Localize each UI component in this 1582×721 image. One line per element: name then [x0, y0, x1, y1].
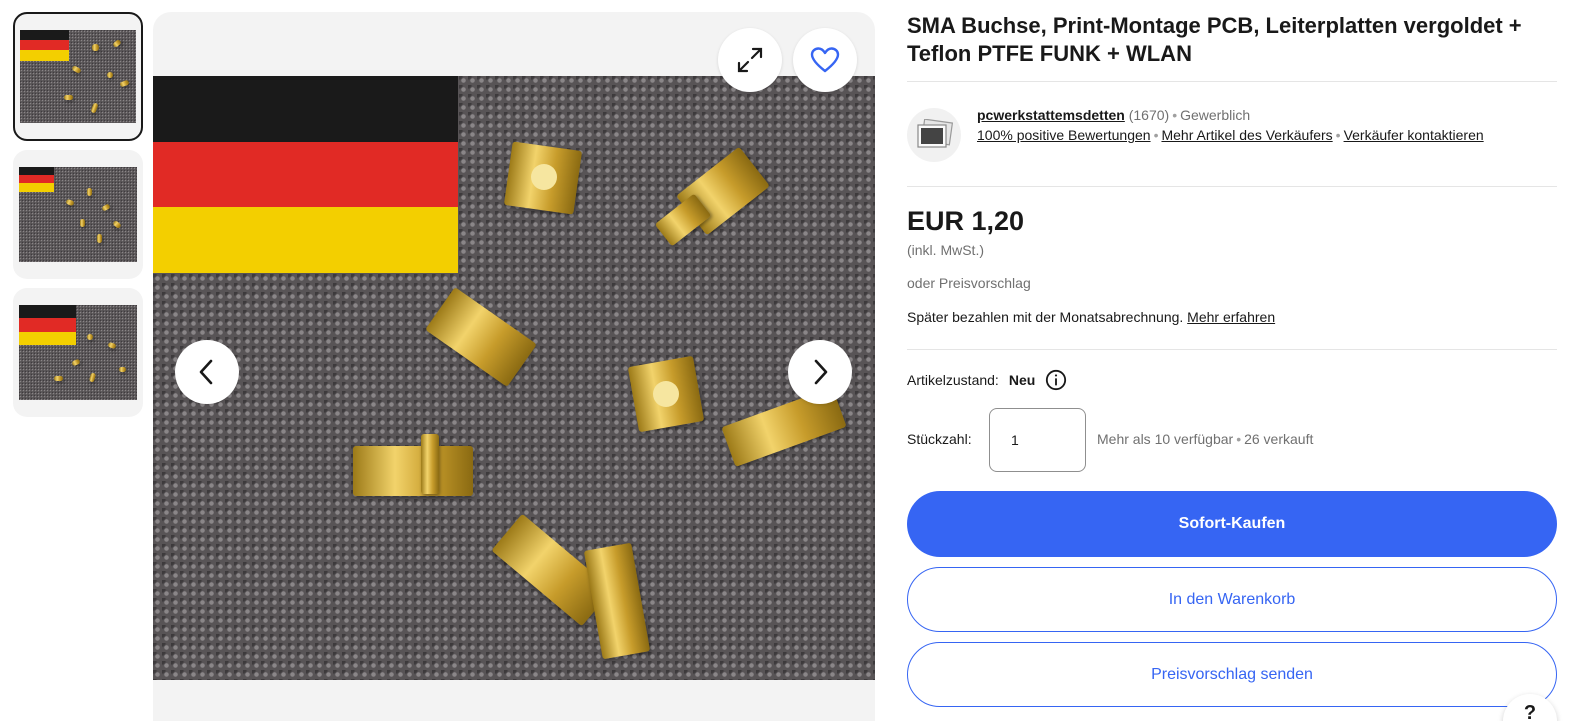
available-count: Mehr als 10 verfügbar — [1097, 431, 1234, 447]
thumbnail-3[interactable] — [13, 288, 143, 417]
condition-label: Artikelzustand: — [907, 372, 999, 388]
next-image-button[interactable] — [788, 340, 852, 404]
pay-later-info: Später bezahlen mit der Monatsabrechnung… — [907, 309, 1275, 325]
seller-avatar[interactable] — [907, 108, 961, 162]
thumbnail-1[interactable] — [13, 12, 143, 141]
expand-button[interactable] — [718, 28, 782, 92]
make-offer-button[interactable]: Preisvorschlag senden — [907, 642, 1557, 707]
add-to-cart-button[interactable]: In den Warenkorb — [907, 567, 1557, 632]
best-offer-note: oder Preisvorschlag — [907, 275, 1031, 291]
contact-seller-link[interactable]: Verkäufer kontaktieren — [1344, 127, 1484, 143]
seller-feedback-count: (1670) — [1128, 107, 1170, 123]
quantity-input[interactable] — [989, 408, 1086, 472]
divider — [907, 349, 1557, 350]
chevron-right-icon — [814, 359, 828, 385]
condition-row: Artikelzustand: Neu — [907, 369, 1067, 391]
main-image-viewer[interactable] — [153, 12, 875, 721]
thumbnail-2[interactable] — [13, 150, 143, 279]
divider — [907, 81, 1557, 82]
seller-info: pcwerkstattemsdetten (1670) • Gewerblich 1… — [977, 107, 1484, 143]
availability-info: Mehr als 10 verfügbar • 26 verkauft — [1097, 431, 1314, 447]
german-flag-graphic — [153, 76, 458, 274]
expand-icon — [737, 47, 763, 73]
thumbnail-image — [19, 167, 137, 262]
condition-value: Neu — [1008, 372, 1036, 388]
thumbnail-list — [13, 12, 144, 426]
divider — [907, 186, 1557, 187]
favorite-button[interactable] — [793, 28, 857, 92]
chevron-left-icon — [199, 359, 213, 385]
quantity-label: Stückzahl: — [907, 431, 972, 447]
heart-icon — [810, 47, 840, 73]
positive-feedback-link[interactable]: 100% positive Bewertungen — [977, 127, 1151, 143]
more-seller-items-link[interactable]: Mehr Artikel des Verkäufers — [1161, 127, 1332, 143]
buy-now-button[interactable]: Sofort-Kaufen — [907, 491, 1557, 557]
info-icon[interactable] — [1045, 369, 1067, 391]
item-price: EUR 1,20 — [907, 206, 1025, 236]
learn-more-link[interactable]: Mehr erfahren — [1187, 309, 1275, 325]
listing-title: SMA Buchse, Print-Montage PCB, Leiterpla… — [907, 13, 1522, 66]
previous-image-button[interactable] — [175, 340, 239, 404]
vat-note: (inkl. MwSt.) — [907, 242, 984, 258]
sold-count: 26 verkauft — [1244, 431, 1314, 447]
photo-stack-icon — [917, 119, 953, 148]
thumbnail-image — [20, 30, 136, 123]
pay-later-text: Später bezahlen mit der Monatsabrechnung… — [907, 309, 1184, 325]
seller-type: Gewerblich — [1180, 107, 1251, 123]
seller-name-link[interactable]: pcwerkstattemsdetten — [977, 107, 1125, 123]
product-photo — [153, 76, 875, 680]
thumbnail-image — [19, 305, 137, 400]
